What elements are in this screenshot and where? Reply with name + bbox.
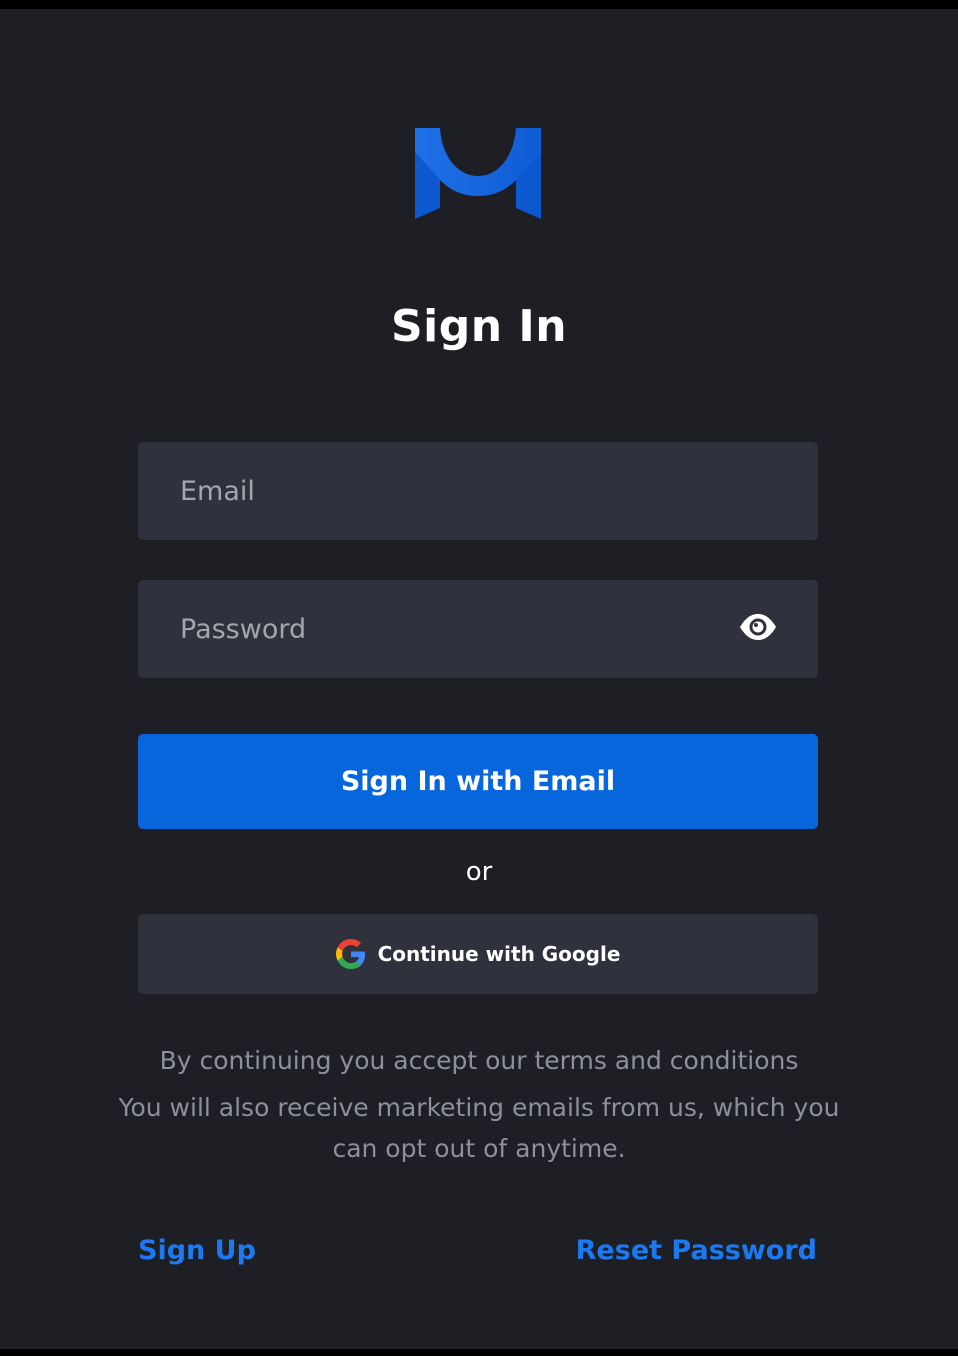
or-divider: or — [465, 857, 493, 887]
password-field[interactable] — [138, 580, 818, 678]
m-logo-icon — [415, 128, 541, 219]
marketing-notice: You will also receive marketing emails f… — [118, 1093, 840, 1163]
continue-with-google-button[interactable]: Continue with Google — [138, 914, 818, 994]
google-icon — [335, 939, 365, 969]
email-field-container — [138, 442, 818, 540]
sign-in-panel: Sign In Sign In with Email or Continue w… — [0, 9, 958, 1349]
password-field-container — [138, 580, 818, 678]
eye-icon[interactable] — [738, 611, 778, 643]
sign-up-link[interactable]: Sign Up — [138, 1231, 256, 1271]
sign-in-with-email-button[interactable]: Sign In with Email — [138, 734, 818, 829]
google-button-label: Continue with Google — [377, 942, 621, 966]
terms-text: By continuing you accept our terms and c… — [159, 1046, 799, 1075]
email-field[interactable] — [138, 442, 818, 540]
page-title: Sign In — [390, 301, 568, 352]
reset-password-link[interactable]: Reset Password — [576, 1231, 817, 1271]
